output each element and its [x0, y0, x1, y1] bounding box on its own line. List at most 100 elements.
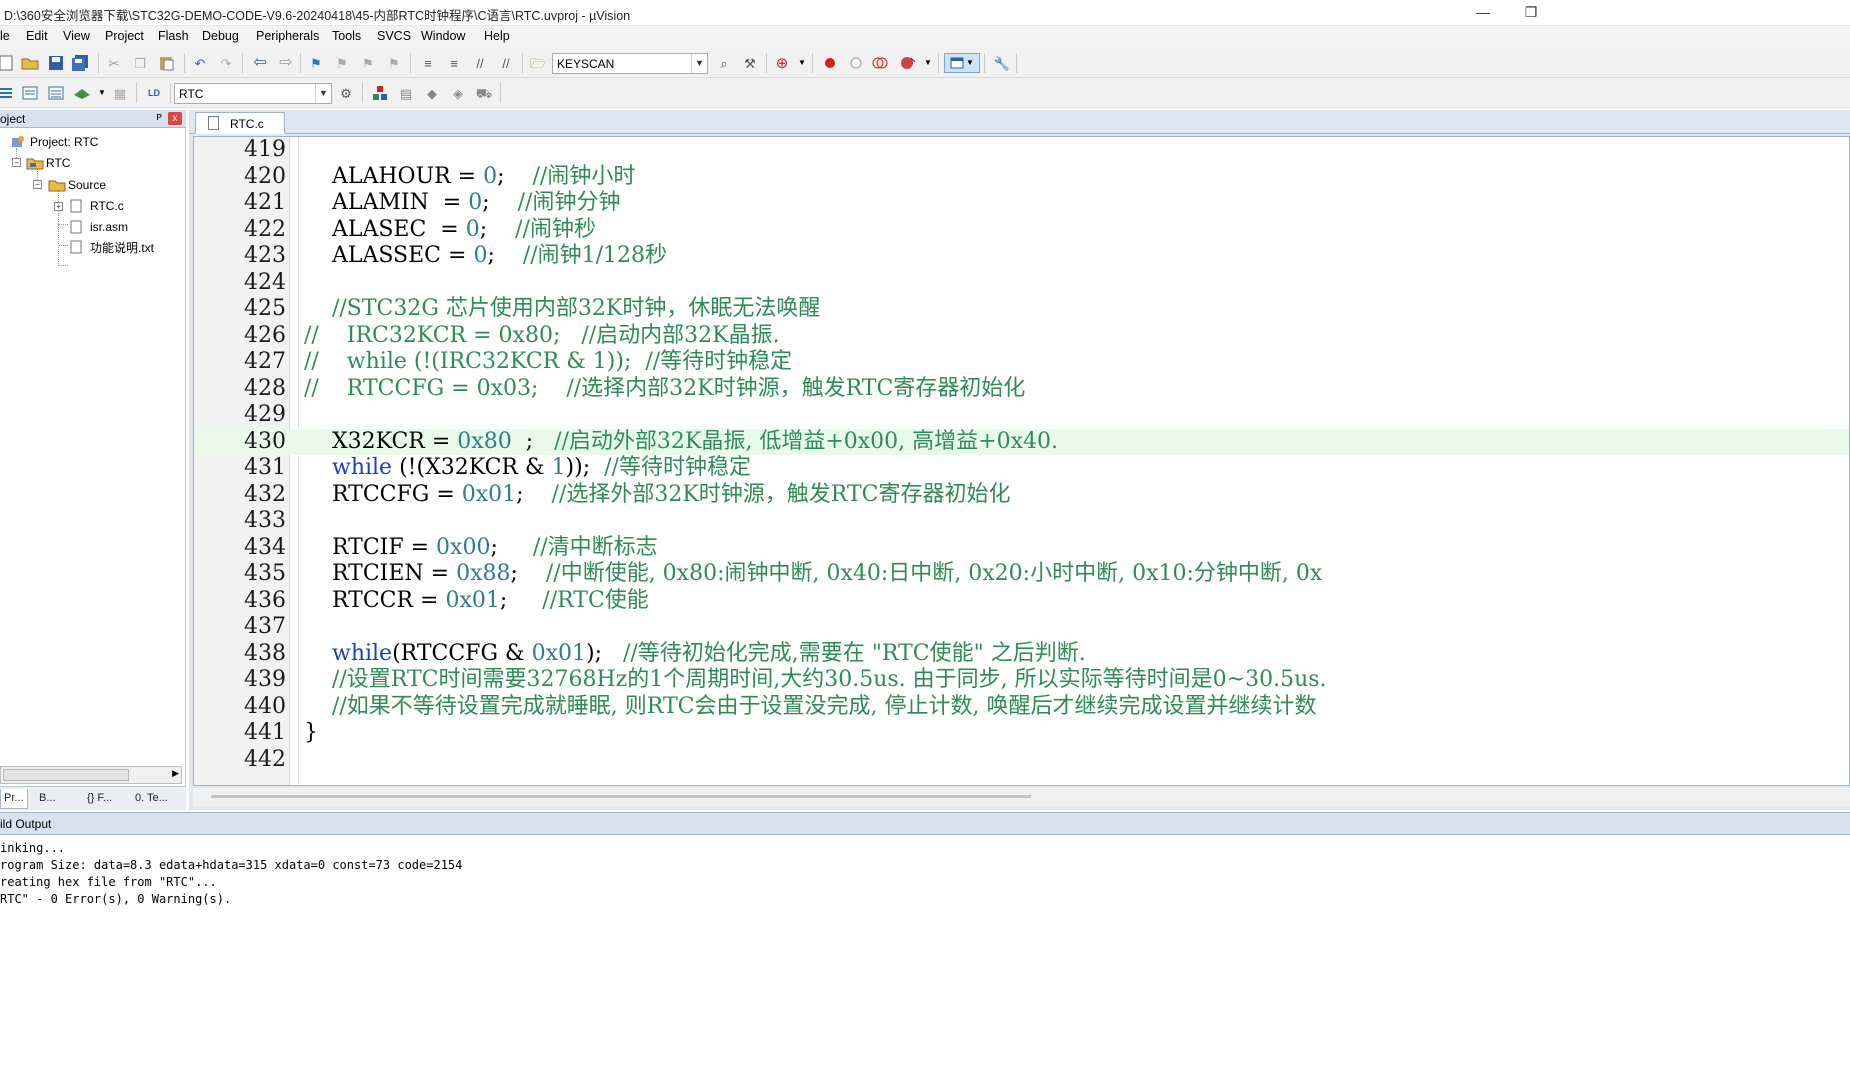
indent-icon[interactable]: ≡ — [418, 53, 438, 73]
chevron-down-icon[interactable]: ▼ — [315, 84, 331, 103]
menu-help[interactable]: Help — [484, 29, 510, 43]
find-combo[interactable]: KEYSCAN ▼ — [552, 53, 708, 74]
uncomment-icon[interactable]: // — [496, 53, 516, 73]
target-combo[interactable]: RTC ▼ — [174, 83, 332, 104]
paste-icon[interactable] — [156, 53, 176, 73]
open-folder-icon[interactable] — [20, 53, 40, 73]
comment-icon[interactable]: // — [470, 53, 490, 73]
copy-icon[interactable]: ❐ — [130, 53, 150, 73]
tree-file-rtc-c[interactable]: RTC.c — [70, 197, 124, 215]
tab-rtc-c[interactable]: RTC.c — [195, 112, 285, 134]
project-horizontal-scrollbar[interactable]: ▶ — [0, 766, 182, 784]
debug-dropdown-icon[interactable]: ▼ — [792, 53, 812, 73]
scrollbar-thumb[interactable] — [211, 795, 1031, 798]
scroll-right-icon[interactable]: ▶ — [172, 768, 179, 779]
collapse-icon[interactable]: − — [12, 158, 21, 167]
menu-view[interactable]: View — [63, 29, 90, 43]
code-line[interactable]: 419 — [194, 137, 1849, 164]
code-line[interactable]: 442 — [194, 747, 1849, 774]
close-icon[interactable]: x — [168, 112, 182, 125]
menu-svcs[interactable]: SVCS — [377, 29, 411, 43]
cut-icon[interactable]: ✂ — [104, 53, 124, 73]
menu-project[interactable]: Project — [105, 29, 144, 43]
tab-books[interactable]: B... — [36, 789, 59, 809]
tree-project-root[interactable]: Project: RTC — [10, 133, 98, 151]
code-line[interactable]: 434 RTCIF = 0x00; //清中断标志 — [194, 535, 1849, 562]
editor-horizontal-scrollbar[interactable] — [193, 788, 1850, 806]
download-load-icon[interactable]: LD — [144, 83, 164, 103]
undo-icon[interactable]: ↶ — [190, 53, 210, 73]
tree-file-isr-asm[interactable]: isr.asm — [70, 218, 128, 236]
tree-file-txt[interactable]: 功能说明.txt — [70, 238, 154, 256]
kill-all-breakpoints-icon[interactable] — [898, 53, 918, 73]
debug-session-icon[interactable]: ⊕ — [772, 53, 792, 73]
batch-build-dropdown-icon[interactable]: ▼ — [92, 83, 112, 103]
minimize-button[interactable]: — — [1460, 0, 1506, 26]
new-file-icon[interactable] — [0, 53, 16, 73]
software-components-icon[interactable]: ⛟ — [474, 83, 494, 103]
enable-breakpoint-icon[interactable] — [846, 53, 866, 73]
code-line[interactable]: 436 RTCCR = 0x01; //RTC使能 — [194, 588, 1849, 615]
tab-templates[interactable]: 0. Te... — [132, 789, 171, 809]
code-line[interactable]: 425 //STC32G 芯片使用内部32K时钟，休眠无法唤醒 — [194, 296, 1849, 323]
code-line[interactable]: 432 RTCCFG = 0x01; //选择外部32K时钟源，触发RTC寄存器… — [194, 482, 1849, 509]
manage-run-time-icon[interactable]: ◆ — [422, 83, 442, 103]
menu-tools[interactable]: Tools — [332, 29, 361, 43]
redo-icon[interactable]: ↷ — [216, 53, 236, 73]
tab-functions[interactable]: {} F... — [84, 789, 115, 809]
expand-icon[interactable]: + — [54, 202, 63, 211]
configure-icon[interactable]: 🔧 — [992, 53, 1012, 73]
save-icon[interactable] — [46, 53, 66, 73]
code-line[interactable]: 435 RTCIEN = 0x88; //中断使能, 0x80:闹钟中断, 0x… — [194, 561, 1849, 588]
code-line[interactable]: 440 //如果不等待设置完成就睡眠, 则RTC会由于设置没完成, 停止计数, … — [194, 694, 1849, 721]
disable-all-breakpoints-icon[interactable] — [870, 53, 890, 73]
menu-file[interactable]: le — [0, 29, 10, 43]
find-in-files-icon[interactable]: 🗁 — [528, 53, 548, 73]
restore-button[interactable]: ❐ — [1508, 0, 1554, 26]
translate-icon[interactable] — [0, 83, 16, 103]
chevron-down-icon[interactable]: ▼ — [691, 54, 707, 73]
code-line[interactable]: 423 ALASSEC = 0; //闹钟1/128秒 — [194, 243, 1849, 270]
batch-build-icon[interactable] — [72, 83, 92, 103]
next-bookmark-icon[interactable]: ⚑ — [358, 53, 378, 73]
tab-project[interactable]: Pr... — [0, 789, 28, 809]
build-icon[interactable] — [20, 83, 40, 103]
window-layout-icon[interactable]: ▼ — [944, 53, 980, 73]
navigate-forward-icon[interactable]: ⇨ — [276, 53, 296, 73]
rebuild-icon[interactable] — [46, 83, 66, 103]
menu-window[interactable]: Window — [421, 29, 465, 43]
pack-installer-icon[interactable]: ◈ — [448, 83, 468, 103]
save-all-icon[interactable] — [70, 53, 90, 73]
code-line-current[interactable]: 430 X32KCR = 0x80 ; //启动外部32K晶振, 低增益+0x0… — [194, 428, 1849, 455]
code-line[interactable]: 420 ALAHOUR = 0; //闹钟小时 — [194, 164, 1849, 191]
previous-bookmark-icon[interactable]: ⚑ — [332, 53, 352, 73]
navigate-back-icon[interactable]: ⇦ — [250, 53, 270, 73]
code-line[interactable]: 429 — [194, 402, 1849, 429]
code-editor[interactable]: 419 420 ALAHOUR = 0; //闹钟小时 421 ALAMIN = 0… — [193, 136, 1850, 786]
code-line[interactable]: 424 — [194, 270, 1849, 297]
code-line[interactable]: 428 // RTCCFG = 0x03; //选择内部32K时钟源，触发RTC寄… — [194, 376, 1849, 403]
code-line[interactable]: 426 // IRC32KCR = 0x80; //启动内部32K晶振. — [194, 323, 1849, 350]
stop-build-icon[interactable]: ▦ — [110, 83, 130, 103]
tree-group-source[interactable]: Source — [48, 176, 106, 194]
code-line[interactable]: 421 ALAMIN = 0; //闹钟分钟 — [194, 190, 1849, 217]
select-packs-icon[interactable]: ▤ — [396, 83, 416, 103]
find-icon[interactable]: ⌕ — [714, 53, 734, 73]
code-line[interactable]: 433 — [194, 508, 1849, 535]
code-line[interactable]: 422 ALASEC = 0; //闹钟秒 — [194, 217, 1849, 244]
clear-bookmarks-icon[interactable]: ⚑ — [384, 53, 404, 73]
menu-peripherals[interactable]: Peripherals — [256, 29, 319, 43]
code-line[interactable]: 427 // while (!(IRC32KCR & 1)); //等待时钟稳定 — [194, 349, 1849, 376]
incremental-find-icon[interactable]: ⚒ — [740, 53, 760, 73]
insert-bookmark-icon[interactable]: ⚑ — [306, 53, 326, 73]
pin-icon[interactable]: ᴘ — [156, 111, 162, 123]
collapse-icon[interactable]: − — [33, 180, 42, 189]
scrollbar-thumb[interactable] — [3, 769, 129, 781]
manage-project-items-icon[interactable] — [370, 83, 390, 103]
code-line[interactable]: 441} — [194, 720, 1849, 747]
insert-breakpoint-icon[interactable] — [820, 53, 840, 73]
unindent-icon[interactable]: ≡ — [444, 53, 464, 73]
menu-edit[interactable]: Edit — [26, 29, 48, 43]
breakpoint-dropdown-icon[interactable]: ▼ — [918, 53, 938, 73]
code-line[interactable]: 437 — [194, 614, 1849, 641]
